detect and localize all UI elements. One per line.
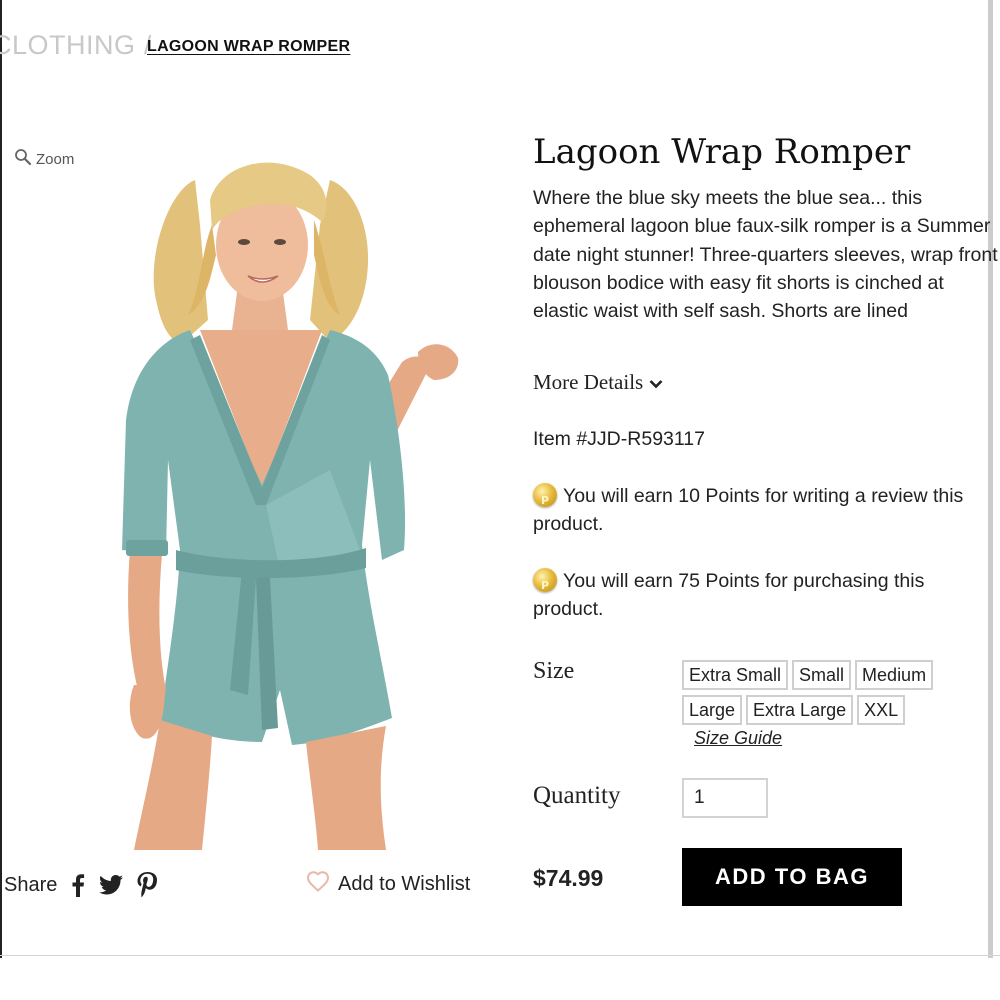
more-details-toggle[interactable]: More Details	[533, 370, 663, 395]
product-price: $74.99	[533, 865, 604, 891]
add-to-wishlist-button[interactable]: Add to Wishlist	[306, 870, 470, 898]
purchase-points-note: You will earn 75 Points for purchasing t…	[533, 567, 993, 623]
chevron-down-icon	[649, 370, 663, 395]
size-option-extra-large[interactable]: Extra Large	[746, 695, 854, 725]
page-scrollbar[interactable]	[988, 0, 993, 958]
size-label: Size	[533, 658, 575, 684]
size-option-large[interactable]: Large	[682, 695, 743, 725]
product-description: Where the blue sky meets the blue sea...…	[533, 187, 998, 323]
share-row: Share	[4, 872, 158, 898]
size-options: Extra Small Small Medium Large Extra Lar…	[682, 660, 952, 725]
size-option-small[interactable]: Small	[792, 660, 852, 690]
item-number: Item #JJD-R593117	[533, 428, 705, 450]
review-points-text: You will earn 10 Points for writing a re…	[533, 485, 964, 535]
more-details-label: More Details	[533, 370, 644, 394]
add-to-bag-button[interactable]: ADD TO BAG	[682, 848, 902, 906]
heart-icon	[306, 870, 330, 898]
wishlist-label: Add to Wishlist	[338, 872, 471, 895]
points-coin-icon	[533, 483, 557, 515]
product-image[interactable]	[30, 130, 500, 850]
page-frame-left	[0, 0, 2, 958]
purchase-points-text: You will earn 75 Points for purchasing t…	[533, 570, 925, 620]
quantity-input[interactable]	[682, 778, 768, 818]
quantity-label: Quantity	[533, 782, 621, 809]
twitter-icon[interactable]	[99, 875, 124, 895]
breadcrumb-parent-link[interactable]: CLOTHING	[0, 30, 136, 60]
size-option-medium[interactable]: Medium	[855, 660, 934, 690]
review-points-note: You will earn 10 Points for writing a re…	[533, 482, 993, 538]
facebook-icon[interactable]	[71, 873, 85, 897]
pinterest-icon[interactable]	[137, 872, 158, 898]
share-label: Share	[4, 873, 58, 896]
page-divider	[0, 955, 1000, 956]
size-guide-link[interactable]: Size Guide	[694, 728, 782, 749]
size-option-xxl[interactable]: XXL	[857, 695, 906, 725]
breadcrumb-current: LAGOON WRAP ROMPER	[147, 38, 351, 55]
breadcrumb: CLOTHING / LAGOON WRAP ROMPER	[0, 30, 350, 61]
product-title: Lagoon Wrap Romper	[533, 132, 911, 172]
points-coin-icon	[533, 568, 557, 600]
size-option-extra-small[interactable]: Extra Small	[682, 660, 789, 690]
